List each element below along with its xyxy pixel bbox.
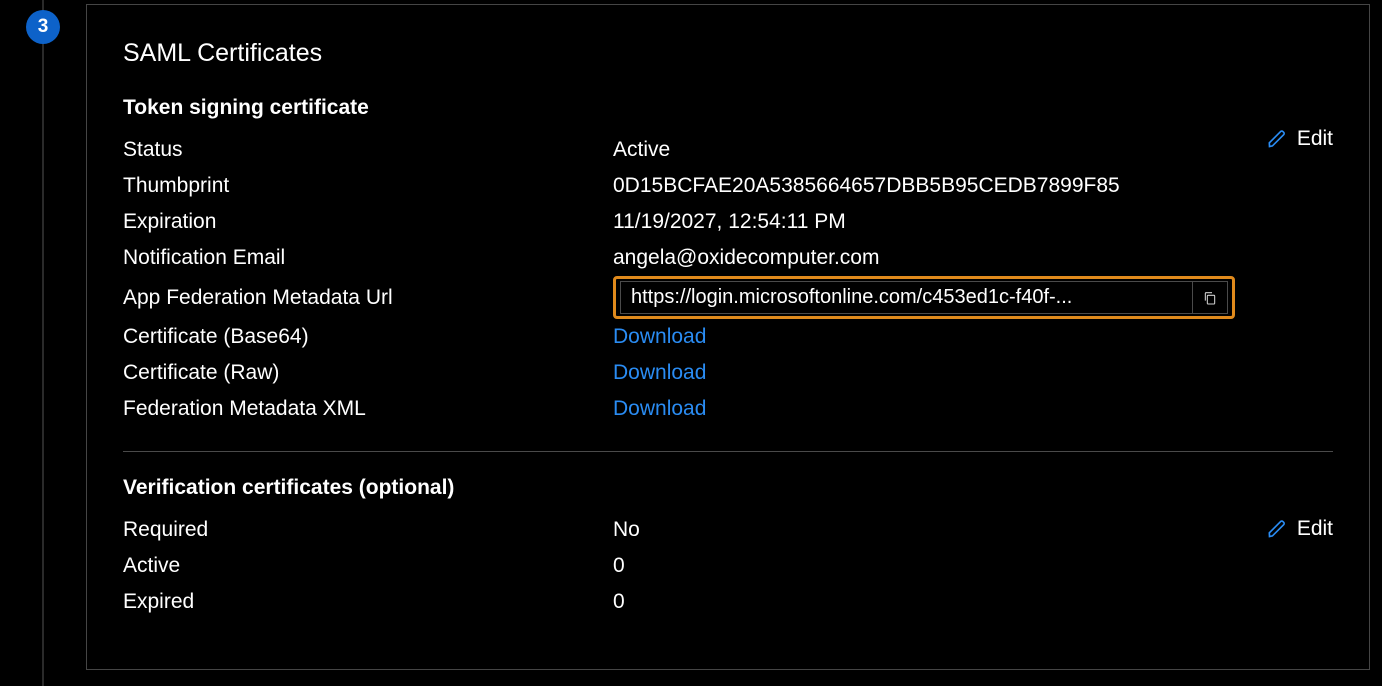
fed-xml-row: Federation Metadata XML Download [123, 391, 1333, 427]
expired-row: Expired 0 [123, 584, 1333, 620]
fed-xml-label: Federation Metadata XML [123, 397, 613, 421]
section-divider [123, 451, 1333, 452]
edit-button-label: Edit [1297, 127, 1333, 151]
cert-base64-row: Certificate (Base64) Download [123, 319, 1333, 355]
expiration-label: Expiration [123, 210, 613, 234]
download-base64-link[interactable]: Download [613, 325, 1333, 349]
notification-email-row: Notification Email angela@oxidecomputer.… [123, 240, 1333, 276]
expired-label: Expired [123, 590, 613, 614]
metadata-url-highlight: https://login.microsoftonline.com/c453ed… [613, 276, 1235, 319]
download-raw-link[interactable]: Download [613, 361, 1333, 385]
edit-token-cert-button[interactable]: Edit [1267, 127, 1333, 151]
copy-url-button[interactable] [1192, 281, 1228, 314]
cert-raw-label: Certificate (Raw) [123, 361, 613, 385]
notification-email-value: angela@oxidecomputer.com [613, 246, 1333, 270]
verification-certificates-section: Verification certificates (optional) Req… [123, 476, 1333, 620]
verification-heading: Verification certificates (optional) [123, 476, 1333, 500]
edit-verification-cert-button[interactable]: Edit [1267, 517, 1333, 541]
expiration-value: 11/19/2027, 12:54:11 PM [613, 210, 1333, 234]
metadata-url-input[interactable]: https://login.microsoftonline.com/c453ed… [620, 281, 1192, 314]
copy-icon [1202, 290, 1218, 306]
active-value: 0 [613, 554, 1333, 578]
status-row: Status Active [123, 132, 1333, 168]
token-signing-section: Token signing certificate Status Active … [123, 96, 1333, 427]
expired-value: 0 [613, 590, 1333, 614]
metadata-url-label: App Federation Metadata Url [123, 286, 613, 310]
status-value: Active [613, 138, 1333, 162]
cert-base64-label: Certificate (Base64) [123, 325, 613, 349]
expiration-row: Expiration 11/19/2027, 12:54:11 PM [123, 204, 1333, 240]
cert-raw-row: Certificate (Raw) Download [123, 355, 1333, 391]
thumbprint-label: Thumbprint [123, 174, 613, 198]
notification-email-label: Notification Email [123, 246, 613, 270]
step-number-badge: 3 [26, 10, 60, 44]
pencil-icon [1267, 129, 1287, 149]
token-signing-heading: Token signing certificate [123, 96, 1333, 120]
thumbprint-value: 0D15BCFAE20A5385664657DBB5B95CEDB7899F85 [613, 174, 1333, 198]
card-title: SAML Certificates [123, 39, 1333, 68]
download-fedxml-link[interactable]: Download [613, 397, 1333, 421]
metadata-url-row: App Federation Metadata Url https://logi… [123, 276, 1333, 319]
active-label: Active [123, 554, 613, 578]
required-label: Required [123, 518, 613, 542]
pencil-icon [1267, 519, 1287, 539]
edit-button-label: Edit [1297, 517, 1333, 541]
thumbprint-row: Thumbprint 0D15BCFAE20A5385664657DBB5B95… [123, 168, 1333, 204]
step-connector-line [42, 0, 44, 686]
saml-certificates-card: SAML Certificates Edit Token signing cer… [86, 4, 1370, 670]
required-row: Required No [123, 512, 1333, 548]
required-value: No [613, 518, 1333, 542]
status-label: Status [123, 138, 613, 162]
active-row: Active 0 [123, 548, 1333, 584]
